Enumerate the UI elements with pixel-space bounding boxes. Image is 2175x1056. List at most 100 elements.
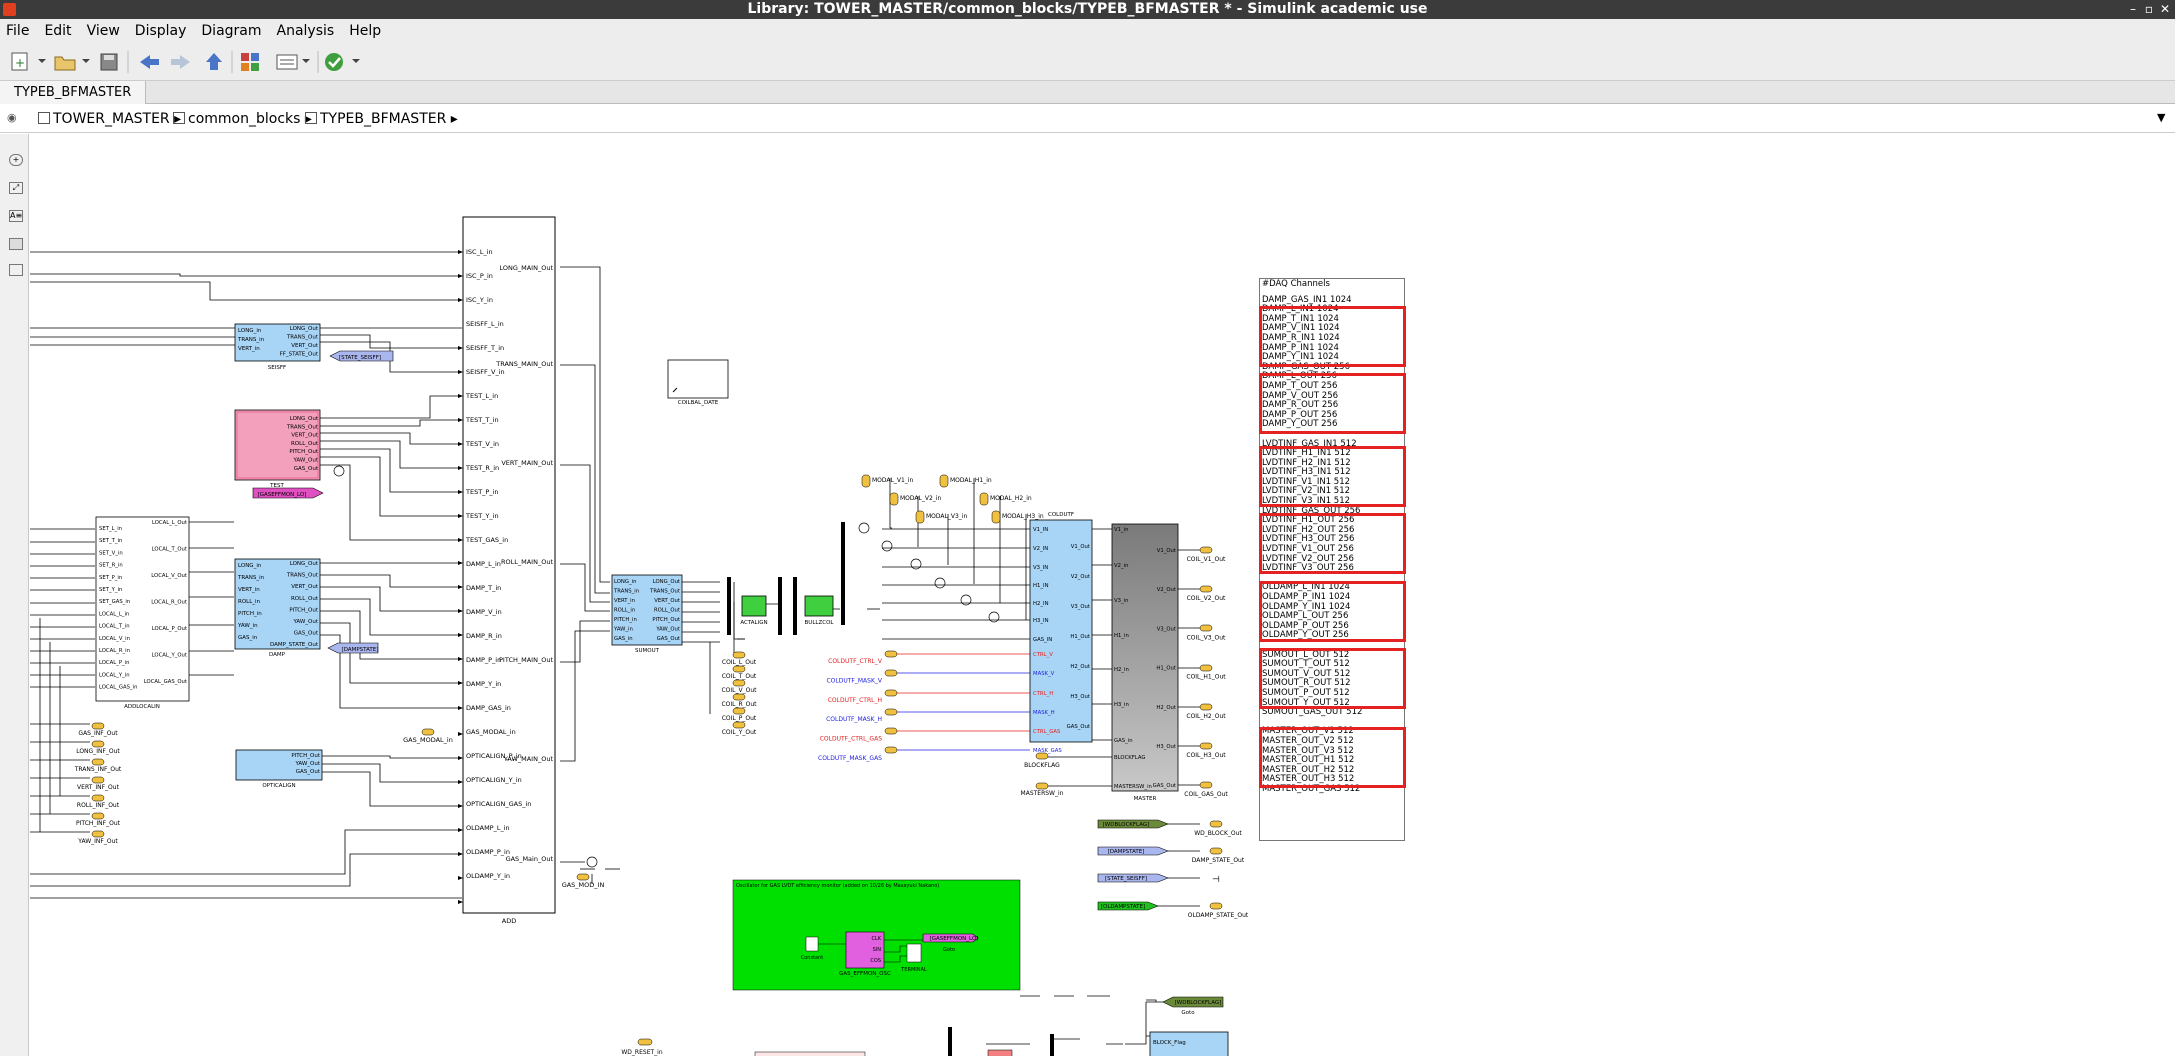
coldtf-input-label: MASK_V [1033, 671, 1055, 677]
back-arrow-icon[interactable] [140, 55, 159, 69]
master-output-label: GAS_Out [1153, 783, 1176, 789]
damp-output-label: ROLL_Out [291, 596, 319, 602]
port-label: COIL_H1_Out [1186, 674, 1226, 681]
addlocalin-output-label: LOCAL_L_Out [152, 520, 187, 526]
master-input-label: H2_in [1114, 667, 1129, 673]
new-model-icon[interactable]: + [11, 52, 46, 71]
menu-edit[interactable]: Edit [44, 23, 71, 39]
coldtf-block[interactable] [1029, 519, 1093, 743]
tag-label: [WDBLOCKFLAG] [1175, 1000, 1222, 1006]
addlocalin-input-label: LOCAL_P_in [99, 660, 130, 666]
signal-arrows [458, 250, 463, 904]
breadcrumb-item-common-blocks[interactable]: common_blocks ▸ [173, 111, 312, 127]
close-button[interactable]: ✕ [2156, 0, 2174, 19]
annotation-icon[interactable]: A≡ [9, 210, 23, 222]
master-block-name: MASTER [1134, 796, 1157, 802]
coldtf-input-label: V2_IN [1033, 546, 1048, 552]
master-input-label: BLOCKFLAG [1114, 755, 1146, 761]
coilbal-block-name: COILBAL_DATE [678, 400, 719, 406]
port-label: WD_BLOCK_Out [1194, 830, 1242, 837]
fit-to-view-icon[interactable]: ⤢ [9, 182, 23, 194]
tag-label: [STATE_SEISFF] [1105, 876, 1147, 882]
port-label: COIL_V2_Out [1187, 595, 1226, 602]
addlocalin-input-label: LOCAL_T_in [99, 624, 130, 630]
bullzcol-block[interactable] [804, 595, 834, 617]
coldtf-output-label: V1_Out [1071, 544, 1090, 550]
seisff-block-name: SEISFF [268, 365, 286, 371]
tab-typeb-bfmaster[interactable]: TYPEB_BFMASTER [0, 81, 147, 104]
add-input-label: DAMP_Y_in [466, 680, 501, 688]
add-input-label: DAMP_GAS_in [466, 704, 511, 712]
highlight-damp-out [1259, 373, 1406, 434]
wd-reset-port[interactable] [637, 1038, 653, 1046]
image-icon[interactable] [9, 238, 23, 250]
add-output-label: YAW_MAIN_Out [503, 755, 554, 763]
test-output-label: LONG_Out [290, 416, 319, 422]
note-label: [GASEFFMON_LO] [930, 936, 979, 942]
port-label: MODAL_H2_in [990, 495, 1032, 502]
model-configuration-icon[interactable] [276, 54, 310, 70]
highlight-damp-in [1259, 306, 1406, 367]
addlocalin-input-label: SET_T_in [99, 538, 122, 544]
add-input-label: GAS_MODAL_in [466, 728, 516, 736]
menu-diagram[interactable]: Diagram [201, 23, 261, 39]
sum-circles [333, 465, 1000, 868]
breadcrumb-label: TYPEB_BFMASTER [320, 111, 447, 127]
zoom-icon[interactable]: + [9, 154, 23, 166]
sumout-input-label: YAW_in [613, 627, 633, 633]
port-label: DAMP_STATE_Out [1192, 857, 1245, 864]
highlight-master-out [1259, 727, 1406, 788]
coldtf-output-label: V3_Out [1071, 604, 1090, 610]
port-label: MODAL_V2_in [900, 495, 941, 502]
hide-explorer-icon[interactable]: ◉ [7, 111, 17, 124]
breadcrumb-item-typeb-bfmaster[interactable]: TYPEB_BFMASTER ▸ [305, 111, 458, 127]
master-input-label: H1_in [1114, 633, 1129, 639]
subsystem-icon [305, 112, 317, 124]
addlocalin-output-label: LOCAL_P_Out [152, 626, 187, 632]
menu-analysis[interactable]: Analysis [277, 23, 335, 39]
chevron-down-icon[interactable]: ▼ [2157, 111, 2165, 124]
add-output-label: GAS_Main_Out [506, 855, 554, 863]
actalign-block[interactable] [741, 595, 767, 617]
seisff-input-label: VERT_in [238, 346, 260, 352]
port-label: COLDUTF_MASK_H [826, 716, 882, 723]
bottom-block-red[interactable] [987, 1049, 1013, 1056]
forward-arrow-icon[interactable] [171, 55, 190, 69]
menu-help[interactable]: Help [349, 23, 381, 39]
check-model-icon[interactable] [325, 53, 360, 71]
port-label: COIL_Y_Out [722, 729, 757, 736]
library-browser-icon[interactable] [241, 53, 259, 71]
tag-label: [DAMPSTATE] [1108, 849, 1145, 855]
daq-title: #DAQ Channels [1262, 279, 1330, 289]
breadcrumb-item-tower-master[interactable]: TOWER_MASTER ▸ [38, 111, 181, 127]
area-icon[interactable] [9, 264, 23, 276]
menu-file[interactable]: File [6, 23, 29, 39]
add-input-label: SEISFF_L_in [466, 320, 504, 328]
master-output-label: H2_Out [1156, 705, 1176, 711]
port-label: COIL_R_Out [721, 701, 757, 708]
test-output-label: TRANS_Out [286, 424, 319, 430]
menu-view[interactable]: View [87, 23, 120, 39]
sumout-input-label: VERT_in [614, 598, 635, 604]
damp-output-label: PITCH_Out [289, 607, 319, 613]
coldtf-input-label: V1_IN [1033, 527, 1048, 533]
menu-bar: File Edit View Display Diagram Analysis … [0, 19, 2175, 43]
port-label: MODAL_H1_in [950, 477, 992, 484]
port-label: PITCH_INF_Out [76, 820, 121, 827]
addlocalin-input-label: SET_Y_in [99, 587, 122, 593]
addlocalin-output-label: LOCAL_V_Out [151, 573, 187, 579]
bottom-block-pink[interactable] [754, 1051, 866, 1056]
damp-output-label: VERT_Out [291, 584, 319, 590]
menu-display[interactable]: Display [135, 23, 187, 39]
add-input-label: TEST_Y_in [465, 512, 499, 520]
up-arrow-icon[interactable] [206, 53, 222, 70]
save-icon[interactable] [100, 53, 118, 71]
coilbal-block[interactable] [667, 359, 729, 399]
open-folder-icon[interactable] [54, 56, 90, 71]
add-input-label: TEST_T_in [465, 416, 499, 424]
add-input-label: DAMP_P_in [466, 656, 501, 664]
model-canvas[interactable]: ⊣ ISC_L_in ISC_P_in ISC_Y_in SEISFF_L_in SEI… [30, 134, 2175, 1056]
master-input-label: V3_in [1114, 598, 1128, 604]
port-label: COLDUTF_CTRL_GAS [820, 736, 883, 743]
add-input-label: DAMP_R_in [466, 632, 502, 640]
